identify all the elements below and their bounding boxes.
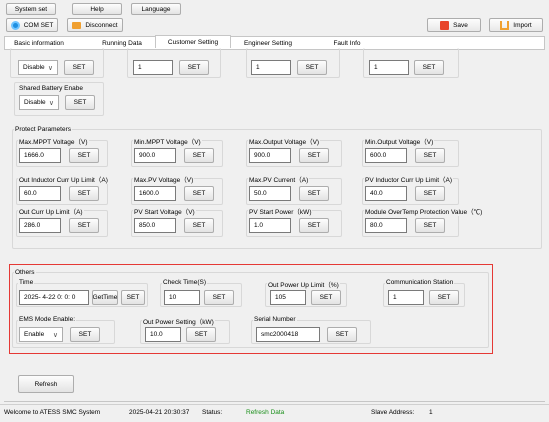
gear-icon [10,20,20,30]
protect-field-input[interactable]: 40.0 [365,186,407,201]
protect-field-label: Module OverTemp Protection Value（℃) [364,206,484,216]
save-icon [440,20,450,30]
set-button[interactable]: SET [121,290,145,305]
protect-field-input[interactable]: 1666.0 [19,148,61,163]
serial-number-input[interactable]: smc2000418 [256,327,320,342]
protect-field-label: Max.PV Voltage（V) [133,174,195,184]
chevron-down-icon: ∨ [52,331,58,339]
ems-mode-label: EMS Mode Enable: [18,316,77,323]
set-button[interactable]: SET [184,186,214,201]
protect-field-input[interactable]: 900.0 [249,148,291,163]
shared-battery-select[interactable]: Disable ∨ [19,95,59,110]
top-input-4[interactable]: 1 [369,60,409,75]
protect-field-input[interactable]: 80.0 [365,218,407,233]
set-button[interactable]: SET [297,60,327,75]
disconnect-button[interactable]: Disconnect [67,18,123,32]
set-button[interactable]: SET [429,290,459,305]
top-select-1[interactable]: Disable ∨ [18,60,58,75]
out-power-limit-input[interactable]: 105 [270,290,306,305]
chevron-down-icon: ∨ [48,99,54,107]
protect-parameters-title: Protect Parameters [14,126,72,133]
protect-field-input[interactable]: 900.0 [134,148,176,163]
get-time-button[interactable]: GetTime [92,290,118,305]
protect-field-label: PV Start Power（kW) [248,206,313,216]
check-time-label: Check Time(S) [162,279,207,286]
check-time-input[interactable]: 10 [164,290,200,305]
protect-field-label: Out Curr Up Limit（A) [18,206,84,216]
protect-field-input[interactable]: 60.0 [19,186,61,201]
protect-field-label: Max.Output Voltage（V) [248,136,321,146]
status-value: Refresh Data [246,409,285,416]
top-input-3[interactable]: 1 [251,60,291,75]
set-button[interactable]: SET [184,148,214,163]
protect-field-label: Out Inductor Curr Up Limit（A) [18,174,109,184]
menu-language[interactable]: Language [131,3,181,15]
protect-field-label: Min.MPPT Voltage（V) [133,136,202,146]
status-welcome: Welcome to ATESS SMC System [4,409,101,416]
comm-station-input[interactable]: 1 [388,290,424,305]
com-set-button[interactable]: COM SET [6,18,58,32]
set-button[interactable]: SET [415,218,445,233]
out-power-limit-label: Out Power Up Limit（%) [267,279,340,289]
status-datetime: 2025-04-21 20:30:37 [129,409,190,416]
set-button[interactable]: SET [311,290,341,305]
set-button[interactable]: SET [299,148,329,163]
set-button[interactable]: SET [299,218,329,233]
set-button[interactable]: SET [186,327,216,342]
folder-icon [72,21,82,29]
protect-field-label: Max.MPPT Voltage（V) [18,136,89,146]
set-button[interactable]: SET [184,218,214,233]
menu-system-set[interactable]: System set [6,3,56,15]
protect-field-input[interactable]: 286.0 [19,218,61,233]
protect-field-input[interactable]: 600.0 [365,148,407,163]
set-button[interactable]: SET [69,148,99,163]
set-button[interactable]: SET [64,60,94,75]
ems-mode-select[interactable]: Enable ∨ [19,327,63,342]
slave-address-value: 1 [429,409,433,416]
top-input-2[interactable]: 1 [133,60,173,75]
comm-station-label: Communication Station [385,279,455,286]
import-button[interactable]: Import [489,18,543,32]
serial-number-label: Serial Number [253,316,297,323]
protect-field-label: Min.Output Voltage（V) [364,136,435,146]
set-button[interactable]: SET [179,60,209,75]
others-title: Others [14,269,36,276]
out-power-setting-input[interactable]: 10.0 [145,327,181,342]
set-button[interactable]: SET [69,186,99,201]
import-icon [500,20,510,30]
set-button[interactable]: SET [65,95,95,110]
time-label: Time [18,279,35,286]
protect-field-input[interactable]: 50.0 [249,186,291,201]
set-button[interactable]: SET [204,290,234,305]
menu-help[interactable]: Help [72,3,122,15]
protect-field-input[interactable]: 1.0 [249,218,291,233]
slave-address-label: Slave Address: [371,409,415,416]
protect-field-label: PV Start Voltage（V) [133,206,196,216]
refresh-button[interactable]: Refresh [18,375,74,393]
save-button[interactable]: Save [427,18,481,32]
tab-customer-setting[interactable]: Customer Setting [155,35,231,48]
protect-field-label: PV Inductor Curr Up Limit（A) [364,174,454,184]
set-button[interactable]: SET [299,186,329,201]
set-button[interactable]: SET [414,60,444,75]
out-power-setting-label: Out Power Setting（kW) [142,316,215,326]
status-label: Status: [202,409,223,416]
set-button[interactable]: SET [70,327,100,342]
time-input[interactable]: 2025- 4-22 0: 0: 0 [19,290,89,305]
protect-field-input[interactable]: 850.0 [134,218,176,233]
set-button[interactable]: SET [69,218,99,233]
protect-field-label: Max.PV Current（A) [248,174,310,184]
shared-battery-label: Shared Battery Enabe [19,85,83,92]
set-button[interactable]: SET [327,327,357,342]
chevron-down-icon: ∨ [47,64,53,72]
set-button[interactable]: SET [415,148,445,163]
set-button[interactable]: SET [415,186,445,201]
protect-field-input[interactable]: 1600.0 [134,186,176,201]
